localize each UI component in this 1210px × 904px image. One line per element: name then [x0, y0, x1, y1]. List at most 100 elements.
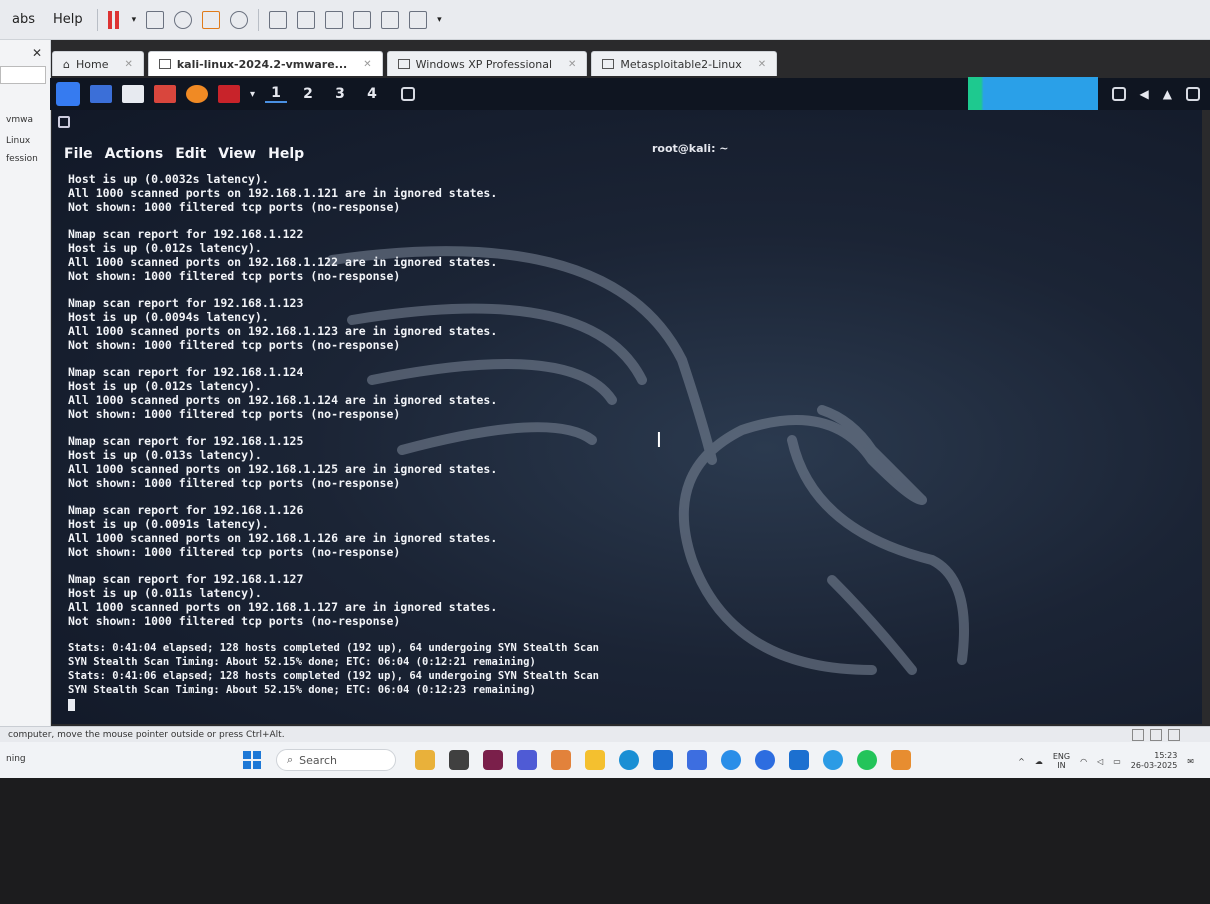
fit-guest-icon[interactable] — [325, 10, 344, 29]
home-icon: ⌂ — [63, 57, 70, 71]
terminal-line: Host is up (0.011s latency). — [68, 586, 262, 600]
show-desktop-icon[interactable] — [90, 85, 112, 103]
menu-view[interactable]: View — [218, 146, 256, 162]
terminal-window[interactable]: root@kali: ~ File Actions Edit View Help… — [52, 110, 1202, 724]
thumbnail-bar-icon[interactable] — [297, 10, 316, 29]
close-icon[interactable]: ✕ — [124, 59, 132, 70]
terminal-line: Not shown: 1000 filtered tcp ports (no-r… — [68, 338, 401, 352]
volume-icon[interactable]: ◀ — [1140, 87, 1149, 101]
laptop-bezel — [0, 778, 1210, 904]
telegram-icon[interactable] — [721, 750, 741, 770]
notification-bell-icon[interactable]: ▲ — [1163, 87, 1172, 101]
volume-icon[interactable]: ◁ — [1097, 757, 1103, 766]
workspace-4[interactable]: 4 — [361, 86, 383, 102]
tab-windows-xp[interactable]: Windows XP Professional ✕ — [386, 51, 588, 76]
zoom-icon[interactable] — [755, 750, 775, 770]
tab-metasploitable[interactable]: Metasploitable2-Linux ✕ — [591, 51, 778, 76]
terminal-line: All 1000 scanned ports on 192.168.1.127 … — [68, 600, 498, 614]
menu-actions[interactable]: Actions — [105, 146, 164, 162]
snapshot-manager-icon[interactable] — [230, 10, 249, 29]
kali-menu-icon[interactable] — [56, 82, 80, 106]
close-icon[interactable]: ✕ — [32, 46, 42, 60]
tab-kali[interactable]: kali-linux-2024.2-vmware... ✕ — [147, 51, 383, 76]
file-explorer-icon[interactable] — [585, 750, 605, 770]
battery-icon[interactable]: ▭ — [1113, 757, 1121, 766]
sidebar-item-linux[interactable]: Linux — [6, 136, 30, 146]
language-indicator[interactable]: ENG IN — [1053, 752, 1070, 770]
windows-start-icon[interactable] — [243, 751, 261, 769]
file-manager-icon[interactable] — [122, 85, 144, 103]
new-tab-icon[interactable] — [58, 116, 70, 128]
send-ctrl-alt-del-icon[interactable] — [146, 10, 165, 29]
terminal-line: SYN Stealth Scan Timing: About 52.15% do… — [68, 656, 536, 668]
chevron-down-icon[interactable]: ▾ — [132, 15, 137, 25]
terminal-output[interactable]: Host is up (0.0032s latency). All 1000 sc… — [68, 172, 1182, 718]
search-icon: ⌕ — [287, 753, 294, 766]
tab-label: kali-linux-2024.2-vmware... — [176, 57, 348, 71]
terminal-line: Host is up (0.012s latency). — [68, 379, 262, 393]
menu-edit[interactable]: Edit — [175, 146, 206, 162]
console-icon[interactable] — [381, 10, 400, 29]
library-view-icon[interactable] — [269, 10, 288, 29]
teams-icon[interactable] — [517, 750, 537, 770]
close-icon[interactable]: ✕ — [568, 59, 576, 70]
wifi-icon[interactable]: ◠ — [1080, 757, 1087, 766]
menu-help[interactable]: Help — [49, 10, 87, 29]
sound-card-icon[interactable] — [1168, 729, 1180, 741]
mail-icon[interactable] — [483, 750, 503, 770]
battery-icon[interactable] — [1186, 87, 1200, 101]
clock[interactable]: 15:23 26-03-2025 — [1131, 751, 1178, 771]
chevron-up-icon[interactable]: ^ — [1018, 757, 1025, 766]
menu-help[interactable]: Help — [268, 146, 304, 162]
terminal-line: Not shown: 1000 filtered tcp ports (no-r… — [68, 476, 401, 490]
unity-icon[interactable] — [353, 10, 372, 29]
edge-icon[interactable] — [619, 750, 639, 770]
widget-icon[interactable] — [415, 750, 435, 770]
chevron-down-icon[interactable]: ▾ — [437, 15, 442, 25]
store-icon[interactable] — [653, 750, 673, 770]
terminal-cursor — [68, 697, 1182, 711]
terminal-icon[interactable] — [218, 85, 240, 103]
vmware-workstation-icon[interactable] — [891, 750, 911, 770]
sidebar-item-professional[interactable]: fession — [6, 154, 38, 164]
network-adapter-icon[interactable] — [1150, 729, 1162, 741]
pause-icon[interactable] — [107, 10, 122, 29]
library-search-dropdown[interactable] — [0, 66, 46, 84]
terminal-line: Nmap scan report for 192.168.1.123 — [68, 296, 304, 310]
display-icon[interactable] — [1111, 87, 1126, 101]
cloud-icon[interactable]: ☁ — [1035, 757, 1043, 766]
hard-disk-icon[interactable] — [1132, 729, 1144, 741]
workspace-2[interactable]: 2 — [297, 86, 319, 102]
revert-snapshot-icon[interactable] — [202, 10, 221, 29]
text-editor-icon[interactable] — [154, 85, 176, 103]
close-icon[interactable]: ✕ — [758, 59, 766, 70]
task-view-icon[interactable] — [449, 750, 469, 770]
sidebar-item-vmware[interactable]: vmwa — [6, 115, 33, 125]
clock-date: 26-03-2025 — [1130, 761, 1178, 770]
full-screen-icon[interactable] — [409, 10, 428, 29]
notification-icon[interactable]: ✉ — [1187, 757, 1194, 766]
copilot-icon[interactable] — [551, 750, 571, 770]
menu-tabs[interactable]: abs — [8, 10, 39, 29]
close-icon[interactable]: ✕ — [363, 59, 371, 70]
tab-home[interactable]: ⌂ Home ✕ — [52, 51, 144, 76]
vm-app-icon[interactable] — [687, 750, 707, 770]
menu-file[interactable]: File — [64, 146, 93, 162]
terminal-line: All 1000 scanned ports on 192.168.1.121 … — [68, 186, 498, 200]
firefox-icon[interactable] — [186, 85, 208, 103]
outlook-icon[interactable] — [789, 750, 809, 770]
workspace-1[interactable]: 1 — [265, 85, 288, 103]
spotify-icon[interactable] — [857, 750, 877, 770]
terminal-line: Nmap scan report for 192.168.1.125 — [68, 434, 304, 448]
taskbar-search[interactable]: ⌕ Search — [276, 749, 396, 771]
clock-time: 15:23 — [1154, 751, 1178, 760]
tab-label: Windows XP Professional — [415, 57, 552, 71]
kali-top-panel: ▾ 1 2 3 4 ◀ ▲ — [50, 77, 1210, 111]
terminal-window-icon[interactable] — [401, 87, 416, 101]
chevron-down-icon[interactable]: ▾ — [250, 89, 255, 100]
snapshot-icon[interactable] — [174, 10, 193, 29]
workspace-3[interactable]: 3 — [329, 86, 351, 102]
whatsapp-icon[interactable] — [823, 750, 843, 770]
